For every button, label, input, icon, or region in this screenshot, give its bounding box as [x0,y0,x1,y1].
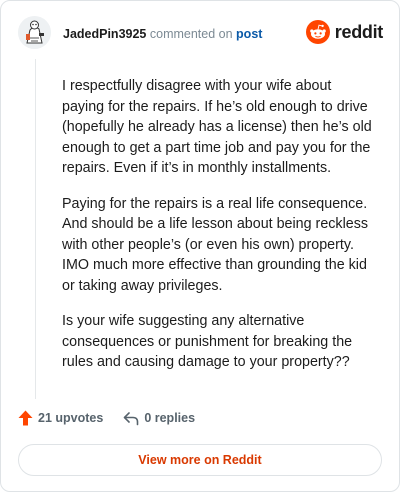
comment-actions: 21 upvotes 0 replies [18,410,195,426]
reddit-snoo-icon [305,20,330,44]
comment-paragraph: Paying for the repairs is a real life co… [62,195,368,294]
thread-line [35,59,36,399]
reddit-wordmark: reddit [334,21,384,42]
replies-button[interactable]: 0 replies [123,411,195,426]
upvote-button[interactable]: 21 upvotes [18,410,103,426]
reply-count: 0 replies [144,411,196,425]
comment-embed-card: JadedPin3925 commented on post reddit I … [0,0,400,492]
view-more-button[interactable]: View more on Reddit [18,444,382,476]
avatar[interactable] [18,16,51,49]
comment-header: JadedPin3925 commented on post [63,26,262,42]
upvote-arrow-icon [18,410,33,426]
upvote-count: 21 upvotes [38,411,104,425]
username-link[interactable]: JadedPin3925 [63,27,146,41]
post-link[interactable]: post [236,27,262,41]
comment-body: I respectfully disagree with your wife a… [62,76,374,388]
avatar-image [18,16,51,49]
comment-paragraph: I respectfully disagree with your wife a… [62,78,372,176]
comment-action-text: commented on [149,27,233,41]
reddit-logo[interactable]: reddit [305,20,384,44]
reply-arrow-icon [124,411,139,425]
comment-paragraph: Is your wife suggesting any alternative … [62,313,353,370]
